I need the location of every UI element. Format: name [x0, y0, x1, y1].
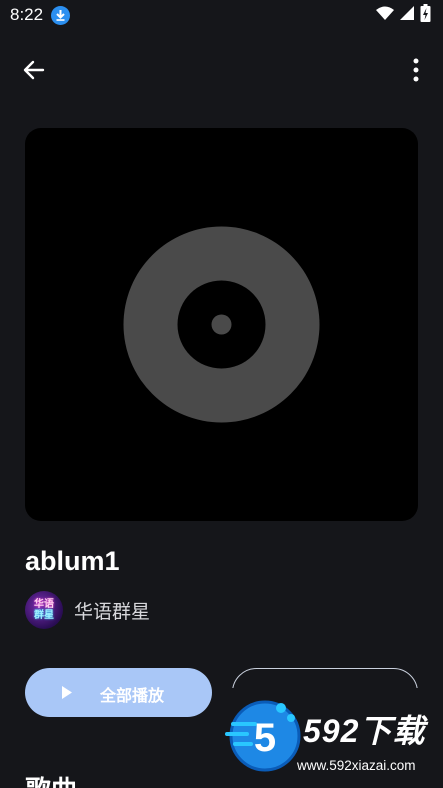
watermark-logo-icon: 5: [225, 700, 301, 772]
play-icon: [62, 686, 72, 699]
songs-section-title: 歌曲: [25, 770, 77, 788]
avatar-text-line1: 华语: [34, 599, 54, 610]
wifi-icon: [376, 6, 394, 25]
watermark-logo-digit: 5: [254, 716, 276, 760]
artist-name: 华语群星: [74, 601, 151, 623]
arrow-left-icon: [23, 60, 45, 80]
artist-avatar: 华语 群星: [25, 591, 63, 629]
status-left: 8:22: [10, 5, 71, 25]
more-vertical-icon: [413, 58, 419, 82]
watermark: 5 592下载 www.592xiazai.com: [219, 688, 443, 788]
album-title: ablum1: [25, 546, 120, 576]
status-bar: 8:22: [0, 0, 443, 30]
vinyl-disc-icon: [123, 226, 320, 423]
download-icon: [51, 5, 71, 25]
app-bar: [0, 44, 443, 94]
status-right: [376, 3, 431, 27]
watermark-brand: 592下载: [303, 713, 426, 749]
status-time: 8:22: [10, 5, 44, 24]
play-all-button[interactable]: 全部播放: [25, 668, 212, 717]
battery-icon: [420, 3, 431, 27]
watermark-url: www.592xiazai.com: [297, 758, 416, 773]
play-all-label: 全部播放: [100, 688, 165, 705]
more-options-button[interactable]: [404, 56, 428, 84]
album-cover: [25, 128, 418, 521]
signal-icon: [400, 5, 414, 25]
back-button[interactable]: [20, 56, 48, 84]
artist-row[interactable]: 华语 群星 华语群星: [25, 591, 150, 629]
avatar-text-line2: 群星: [34, 610, 54, 621]
